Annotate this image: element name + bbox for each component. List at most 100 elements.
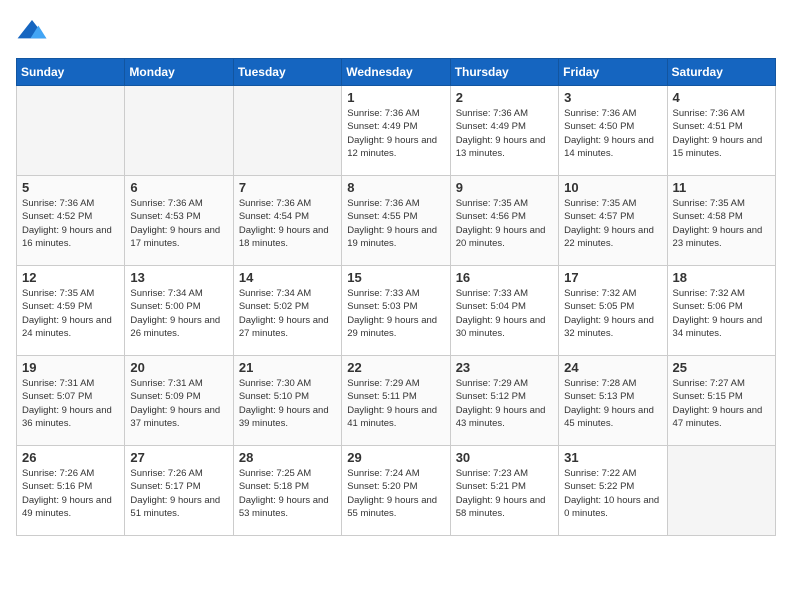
day-number: 17 xyxy=(564,270,661,285)
day-info: Sunrise: 7:32 AM Sunset: 5:05 PM Dayligh… xyxy=(564,287,661,340)
calendar-day-cell xyxy=(125,86,233,176)
day-info: Sunrise: 7:36 AM Sunset: 4:49 PM Dayligh… xyxy=(456,107,553,160)
day-number: 9 xyxy=(456,180,553,195)
day-of-week-header: Saturday xyxy=(667,59,775,86)
day-number: 14 xyxy=(239,270,336,285)
calendar-day-cell: 29 Sunrise: 7:24 AM Sunset: 5:20 PM Dayl… xyxy=(342,446,450,536)
day-number: 13 xyxy=(130,270,227,285)
day-number: 15 xyxy=(347,270,444,285)
day-info: Sunrise: 7:35 AM Sunset: 4:58 PM Dayligh… xyxy=(673,197,770,250)
day-info: Sunrise: 7:22 AM Sunset: 5:22 PM Dayligh… xyxy=(564,467,661,520)
calendar-day-cell: 30 Sunrise: 7:23 AM Sunset: 5:21 PM Dayl… xyxy=(450,446,558,536)
day-number: 20 xyxy=(130,360,227,375)
day-info: Sunrise: 7:29 AM Sunset: 5:11 PM Dayligh… xyxy=(347,377,444,430)
day-info: Sunrise: 7:26 AM Sunset: 5:17 PM Dayligh… xyxy=(130,467,227,520)
day-number: 26 xyxy=(22,450,119,465)
calendar-day-cell: 15 Sunrise: 7:33 AM Sunset: 5:03 PM Dayl… xyxy=(342,266,450,356)
day-info: Sunrise: 7:29 AM Sunset: 5:12 PM Dayligh… xyxy=(456,377,553,430)
day-info: Sunrise: 7:36 AM Sunset: 4:52 PM Dayligh… xyxy=(22,197,119,250)
day-info: Sunrise: 7:35 AM Sunset: 4:57 PM Dayligh… xyxy=(564,197,661,250)
calendar-day-cell: 7 Sunrise: 7:36 AM Sunset: 4:54 PM Dayli… xyxy=(233,176,341,266)
day-info: Sunrise: 7:36 AM Sunset: 4:54 PM Dayligh… xyxy=(239,197,336,250)
calendar-week-row: 1 Sunrise: 7:36 AM Sunset: 4:49 PM Dayli… xyxy=(17,86,776,176)
day-info: Sunrise: 7:23 AM Sunset: 5:21 PM Dayligh… xyxy=(456,467,553,520)
calendar-week-row: 26 Sunrise: 7:26 AM Sunset: 5:16 PM Dayl… xyxy=(17,446,776,536)
day-number: 12 xyxy=(22,270,119,285)
calendar-day-cell: 6 Sunrise: 7:36 AM Sunset: 4:53 PM Dayli… xyxy=(125,176,233,266)
day-number: 11 xyxy=(673,180,770,195)
day-number: 5 xyxy=(22,180,119,195)
day-number: 31 xyxy=(564,450,661,465)
day-info: Sunrise: 7:36 AM Sunset: 4:51 PM Dayligh… xyxy=(673,107,770,160)
calendar-day-cell xyxy=(17,86,125,176)
calendar-day-cell: 22 Sunrise: 7:29 AM Sunset: 5:11 PM Dayl… xyxy=(342,356,450,446)
day-number: 7 xyxy=(239,180,336,195)
calendar-week-row: 12 Sunrise: 7:35 AM Sunset: 4:59 PM Dayl… xyxy=(17,266,776,356)
calendar-day-cell: 18 Sunrise: 7:32 AM Sunset: 5:06 PM Dayl… xyxy=(667,266,775,356)
day-number: 18 xyxy=(673,270,770,285)
day-info: Sunrise: 7:26 AM Sunset: 5:16 PM Dayligh… xyxy=(22,467,119,520)
day-info: Sunrise: 7:25 AM Sunset: 5:18 PM Dayligh… xyxy=(239,467,336,520)
day-number: 23 xyxy=(456,360,553,375)
day-info: Sunrise: 7:31 AM Sunset: 5:07 PM Dayligh… xyxy=(22,377,119,430)
calendar-day-cell xyxy=(667,446,775,536)
day-info: Sunrise: 7:35 AM Sunset: 4:59 PM Dayligh… xyxy=(22,287,119,340)
calendar-week-row: 19 Sunrise: 7:31 AM Sunset: 5:07 PM Dayl… xyxy=(17,356,776,446)
day-info: Sunrise: 7:34 AM Sunset: 5:00 PM Dayligh… xyxy=(130,287,227,340)
day-info: Sunrise: 7:33 AM Sunset: 5:03 PM Dayligh… xyxy=(347,287,444,340)
day-number: 4 xyxy=(673,90,770,105)
day-info: Sunrise: 7:33 AM Sunset: 5:04 PM Dayligh… xyxy=(456,287,553,340)
day-info: Sunrise: 7:31 AM Sunset: 5:09 PM Dayligh… xyxy=(130,377,227,430)
day-info: Sunrise: 7:30 AM Sunset: 5:10 PM Dayligh… xyxy=(239,377,336,430)
day-number: 10 xyxy=(564,180,661,195)
calendar-day-cell: 12 Sunrise: 7:35 AM Sunset: 4:59 PM Dayl… xyxy=(17,266,125,356)
calendar-day-cell: 14 Sunrise: 7:34 AM Sunset: 5:02 PM Dayl… xyxy=(233,266,341,356)
day-of-week-header: Thursday xyxy=(450,59,558,86)
day-number: 19 xyxy=(22,360,119,375)
day-info: Sunrise: 7:36 AM Sunset: 4:53 PM Dayligh… xyxy=(130,197,227,250)
day-number: 21 xyxy=(239,360,336,375)
day-number: 27 xyxy=(130,450,227,465)
calendar-day-cell: 3 Sunrise: 7:36 AM Sunset: 4:50 PM Dayli… xyxy=(559,86,667,176)
day-number: 8 xyxy=(347,180,444,195)
calendar-day-cell: 5 Sunrise: 7:36 AM Sunset: 4:52 PM Dayli… xyxy=(17,176,125,266)
calendar-day-cell: 23 Sunrise: 7:29 AM Sunset: 5:12 PM Dayl… xyxy=(450,356,558,446)
logo xyxy=(16,16,52,48)
calendar-day-cell: 1 Sunrise: 7:36 AM Sunset: 4:49 PM Dayli… xyxy=(342,86,450,176)
day-info: Sunrise: 7:36 AM Sunset: 4:50 PM Dayligh… xyxy=(564,107,661,160)
day-of-week-header: Sunday xyxy=(17,59,125,86)
calendar-table: SundayMondayTuesdayWednesdayThursdayFrid… xyxy=(16,58,776,536)
day-info: Sunrise: 7:34 AM Sunset: 5:02 PM Dayligh… xyxy=(239,287,336,340)
day-of-week-header: Monday xyxy=(125,59,233,86)
day-info: Sunrise: 7:35 AM Sunset: 4:56 PM Dayligh… xyxy=(456,197,553,250)
day-number: 30 xyxy=(456,450,553,465)
day-of-week-header: Friday xyxy=(559,59,667,86)
calendar-day-cell: 8 Sunrise: 7:36 AM Sunset: 4:55 PM Dayli… xyxy=(342,176,450,266)
calendar-day-cell xyxy=(233,86,341,176)
day-number: 16 xyxy=(456,270,553,285)
day-number: 28 xyxy=(239,450,336,465)
day-number: 22 xyxy=(347,360,444,375)
day-info: Sunrise: 7:24 AM Sunset: 5:20 PM Dayligh… xyxy=(347,467,444,520)
calendar-day-cell: 25 Sunrise: 7:27 AM Sunset: 5:15 PM Dayl… xyxy=(667,356,775,446)
day-number: 25 xyxy=(673,360,770,375)
day-number: 1 xyxy=(347,90,444,105)
calendar-header-row: SundayMondayTuesdayWednesdayThursdayFrid… xyxy=(17,59,776,86)
page-header xyxy=(16,16,776,48)
day-of-week-header: Wednesday xyxy=(342,59,450,86)
calendar-day-cell: 11 Sunrise: 7:35 AM Sunset: 4:58 PM Dayl… xyxy=(667,176,775,266)
day-info: Sunrise: 7:27 AM Sunset: 5:15 PM Dayligh… xyxy=(673,377,770,430)
calendar-week-row: 5 Sunrise: 7:36 AM Sunset: 4:52 PM Dayli… xyxy=(17,176,776,266)
calendar-day-cell: 31 Sunrise: 7:22 AM Sunset: 5:22 PM Dayl… xyxy=(559,446,667,536)
day-info: Sunrise: 7:36 AM Sunset: 4:55 PM Dayligh… xyxy=(347,197,444,250)
calendar-day-cell: 13 Sunrise: 7:34 AM Sunset: 5:00 PM Dayl… xyxy=(125,266,233,356)
calendar-day-cell: 10 Sunrise: 7:35 AM Sunset: 4:57 PM Dayl… xyxy=(559,176,667,266)
calendar-day-cell: 2 Sunrise: 7:36 AM Sunset: 4:49 PM Dayli… xyxy=(450,86,558,176)
day-number: 3 xyxy=(564,90,661,105)
calendar-day-cell: 4 Sunrise: 7:36 AM Sunset: 4:51 PM Dayli… xyxy=(667,86,775,176)
calendar-day-cell: 26 Sunrise: 7:26 AM Sunset: 5:16 PM Dayl… xyxy=(17,446,125,536)
calendar-day-cell: 20 Sunrise: 7:31 AM Sunset: 5:09 PM Dayl… xyxy=(125,356,233,446)
day-info: Sunrise: 7:28 AM Sunset: 5:13 PM Dayligh… xyxy=(564,377,661,430)
day-info: Sunrise: 7:32 AM Sunset: 5:06 PM Dayligh… xyxy=(673,287,770,340)
calendar-day-cell: 19 Sunrise: 7:31 AM Sunset: 5:07 PM Dayl… xyxy=(17,356,125,446)
